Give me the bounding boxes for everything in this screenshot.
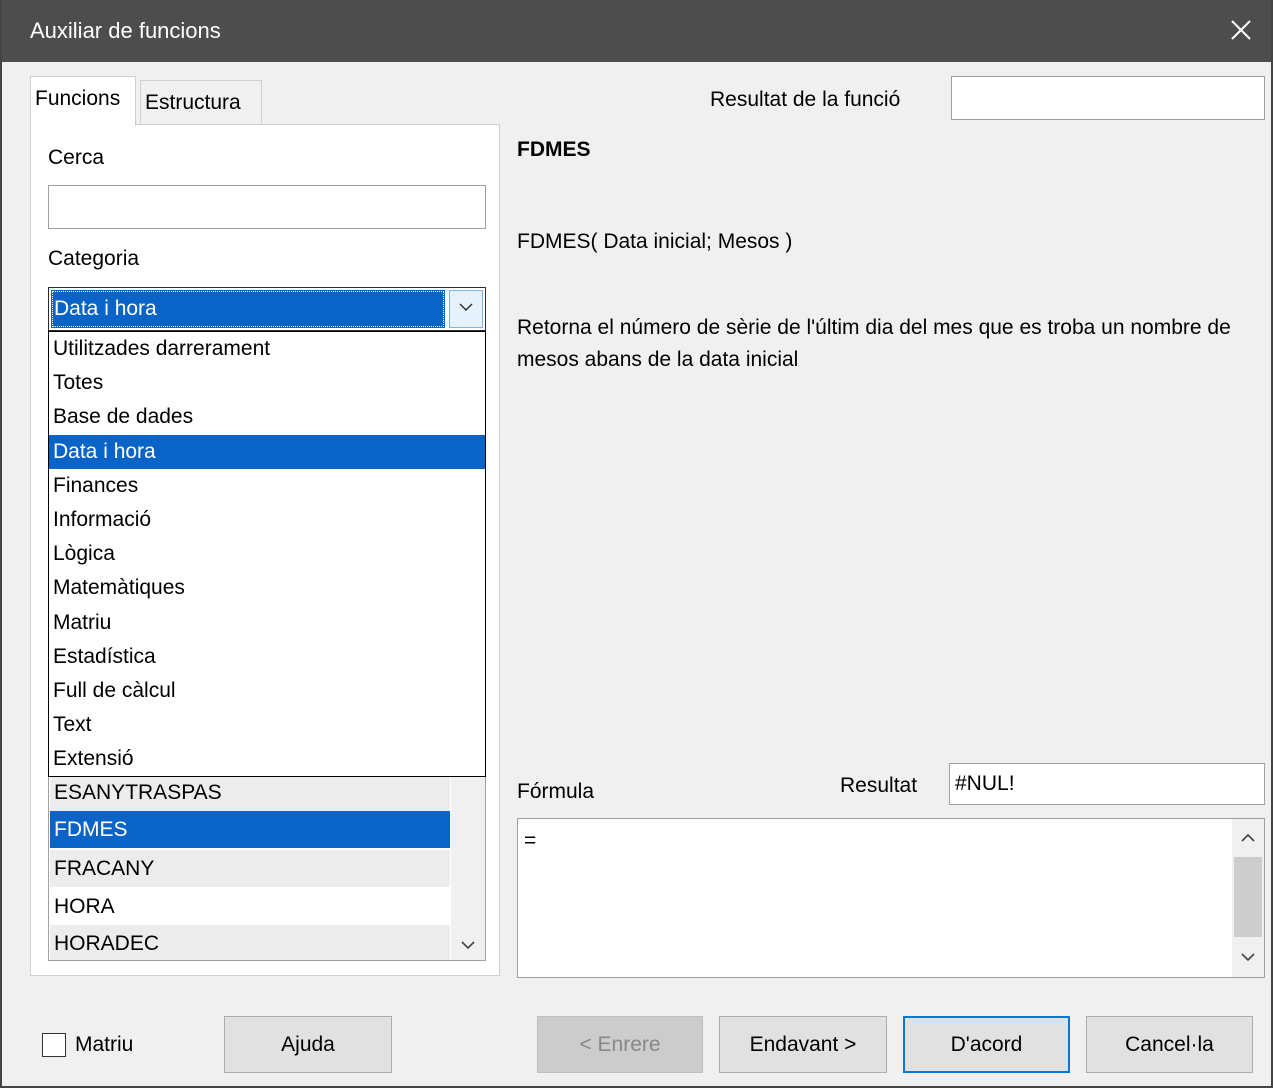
ok-button-label: D'acord	[950, 1032, 1023, 1056]
tab-funcions-label: Funcions	[35, 87, 121, 110]
category-option[interactable]: Totes	[49, 366, 485, 400]
category-option[interactable]: Lògica	[49, 537, 485, 571]
array-checkbox-label[interactable]: Matriu	[75, 1033, 133, 1057]
function-list-item[interactable]: HORADEC	[50, 925, 450, 960]
result-field: #NUL!	[949, 763, 1265, 805]
category-option[interactable]: Utilitzades darrerament	[49, 332, 485, 366]
category-selected-value: Data i hora	[51, 290, 445, 328]
function-syntax: FDMES( Data inicial; Mesos )	[517, 230, 793, 253]
function-description: Retorna el número de sèrie de l'últim di…	[517, 316, 1231, 371]
array-checkbox[interactable]	[42, 1033, 66, 1057]
tab-estructura[interactable]: Estructura	[140, 80, 262, 124]
formula-label: Fórmula	[517, 780, 595, 803]
function-list-item[interactable]: HORA	[50, 888, 450, 925]
cancel-button[interactable]: Cancel·la	[1086, 1016, 1253, 1073]
function-result-label: Resultat de la funció	[710, 88, 901, 111]
back-button-label: < Enrere	[579, 1032, 661, 1056]
function-list-item[interactable]: ESANYTRASPAS	[50, 774, 450, 811]
formula-scrollbar[interactable]	[1232, 819, 1264, 977]
function-wizard-dialog: Auxiliar de funcions Funcions Estructura…	[0, 0, 1273, 1088]
chevron-down-icon[interactable]	[461, 941, 475, 950]
next-button[interactable]: Endavant >	[719, 1016, 887, 1073]
category-dropdown-list[interactable]: Utilitzades darrerament Totes Base de da…	[48, 331, 486, 777]
formula-editor[interactable]: =	[517, 818, 1265, 978]
category-option[interactable]: Data i hora	[49, 434, 485, 469]
category-dropdown-button[interactable]	[449, 290, 483, 328]
ok-button[interactable]: D'acord	[903, 1016, 1070, 1073]
tab-funcions[interactable]: Funcions	[30, 76, 136, 126]
chevron-up-icon[interactable]	[1241, 833, 1255, 842]
function-list-item[interactable]: FDMES	[50, 811, 450, 848]
cancel-button-label: Cancel·la	[1125, 1032, 1214, 1056]
help-button-label: Ajuda	[281, 1032, 335, 1056]
next-button-label: Endavant >	[749, 1032, 857, 1056]
search-input[interactable]	[48, 185, 486, 229]
function-list-scrollbar[interactable]	[451, 774, 485, 960]
category-option[interactable]: Matemàtiques	[49, 571, 485, 605]
function-list-item[interactable]: FRACANY	[50, 850, 450, 887]
category-option[interactable]: Finances	[49, 469, 485, 503]
help-button[interactable]: Ajuda	[224, 1016, 392, 1073]
close-icon	[1231, 20, 1251, 40]
category-option[interactable]: Text	[49, 708, 485, 742]
category-option[interactable]: Base de dades	[49, 400, 485, 434]
search-label: Cerca	[48, 146, 104, 170]
chevron-down-icon	[459, 303, 473, 312]
category-label: Categoria	[48, 247, 140, 270]
title-bar: Auxiliar de funcions	[2, 0, 1271, 62]
close-button[interactable]	[1219, 8, 1263, 52]
category-option[interactable]: Informació	[49, 503, 485, 537]
category-option[interactable]: Estadística	[49, 640, 485, 674]
category-option[interactable]: Full de càlcul	[49, 674, 485, 708]
category-option[interactable]: Extensió	[49, 742, 485, 776]
function-name-heading: FDMES	[517, 138, 591, 161]
search-label-text: Cerca	[48, 146, 105, 169]
category-select[interactable]: Data i hora	[48, 287, 486, 331]
back-button[interactable]: < Enrere	[537, 1016, 703, 1073]
result-label: Resultat	[840, 774, 918, 797]
category-option[interactable]: Matriu	[49, 606, 485, 640]
function-result-field	[951, 76, 1265, 120]
chevron-down-icon[interactable]	[1241, 953, 1255, 962]
tab-estructura-label: Estructura	[145, 91, 241, 114]
formula-text[interactable]: =	[524, 829, 536, 853]
dialog-title: Auxiliar de funcions	[30, 18, 221, 43]
scrollbar-thumb[interactable]	[1234, 857, 1262, 937]
function-list[interactable]: ESANYTRASPAS FDMES FRACANY HORA HORADEC	[48, 773, 486, 961]
